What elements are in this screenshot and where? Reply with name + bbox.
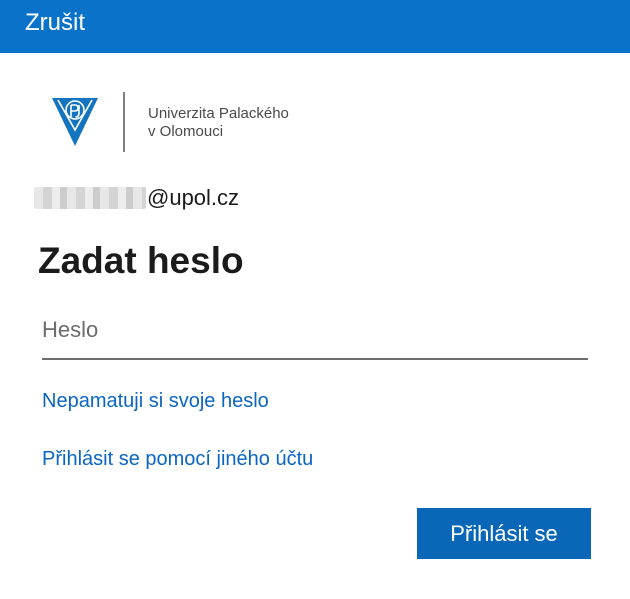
top-bar: Zrušit [0, 0, 630, 53]
email-domain: @upol.cz [147, 185, 240, 210]
other-account-link[interactable]: Přihlásit se pomocí jiného účtu [42, 447, 313, 471]
password-input[interactable] [42, 308, 588, 352]
password-field-container [42, 308, 588, 360]
account-email: @upol.cz [34, 185, 239, 211]
university-name: Univerzita Palackého v Olomouci [148, 105, 289, 141]
redacted-username [34, 187, 146, 209]
upol-shield-icon [52, 98, 98, 146]
cancel-button[interactable]: Zrušit [25, 8, 85, 38]
forgot-password-link[interactable]: Nepamatuji si svoje heslo [42, 389, 269, 413]
university-name-line1: Univerzita Palackého [148, 105, 289, 122]
page-title: Zadat heslo [38, 240, 244, 281]
university-logo: Univerzita Palackého v Olomouci [50, 92, 310, 154]
logo-divider [123, 92, 125, 152]
university-name-line2: v Olomouci [148, 123, 224, 140]
sign-in-button[interactable]: Přihlásit se [417, 508, 591, 559]
